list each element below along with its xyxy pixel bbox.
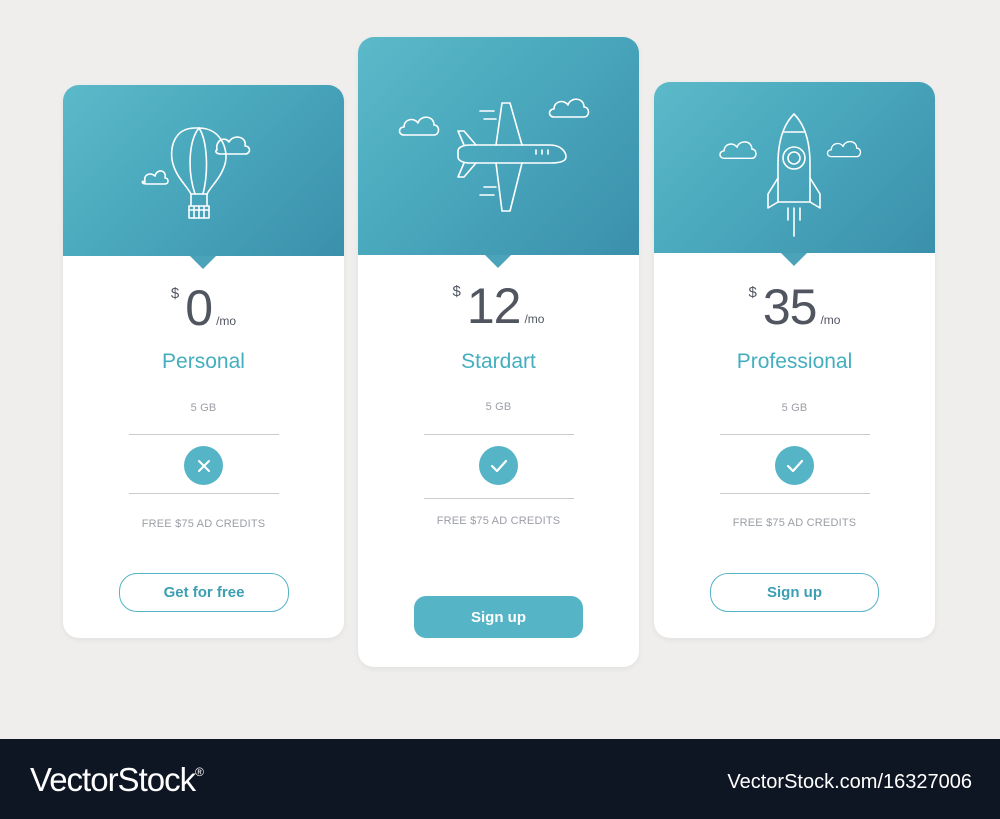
header-pointer (485, 255, 511, 268)
storage-feature: 5 GB (190, 402, 217, 414)
price: $35/mo (654, 278, 935, 336)
sign-up-button[interactable]: Sign up (414, 596, 583, 638)
airplane-icon (457, 102, 567, 212)
sign-up-button[interactable]: Sign up (710, 573, 879, 612)
ad-credits-feature: FREE $75 AD CREDITS (732, 517, 857, 529)
divider (720, 493, 870, 494)
brand-name: VectorStock (30, 761, 196, 798)
price-amount: 12 (466, 278, 522, 334)
pricing-card-personal: $0/mo Personal 5 GB FREE $75 AD CREDITS … (63, 85, 344, 638)
pricing-card-stardart: $12/mo Stardart 5 GB FREE $75 AD CREDITS… (358, 37, 639, 667)
get-for-free-button[interactable]: Get for free (119, 573, 289, 612)
plan-name: Stardart (461, 350, 536, 373)
header-pointer (781, 253, 807, 266)
checkmark-icon (786, 459, 803, 472)
divider (424, 498, 574, 499)
feature-status-badge (184, 446, 223, 485)
ad-credits-feature: FREE $75 AD CREDITS (436, 515, 561, 527)
currency-symbol: $ (748, 284, 757, 301)
feature-status-badge (479, 446, 518, 485)
ad-credits-feature: FREE $75 AD CREDITS (141, 518, 266, 530)
pricing-card-professional: $35/mo Professional 5 GB FREE $75 AD CRE… (654, 82, 935, 638)
price-period: /mo (216, 314, 237, 328)
price: $0/mo (63, 279, 344, 337)
currency-symbol: $ (170, 285, 180, 302)
vectorstock-logo: VectorStock® (30, 761, 204, 799)
price-amount: 0 (185, 280, 213, 336)
currency-symbol: $ (452, 283, 461, 300)
rocket-icon (767, 113, 821, 237)
header-pointer (190, 256, 216, 269)
cloud-icon (719, 141, 757, 160)
plan-name: Personal (162, 350, 245, 373)
storage-feature: 5 GB (781, 402, 808, 414)
divider (129, 434, 279, 435)
price-period: /mo (820, 313, 841, 327)
feature-status-badge (775, 446, 814, 485)
divider (424, 434, 574, 435)
image-url: VectorStock.com/16327006 (727, 771, 972, 793)
hot-air-balloon-icon (141, 127, 251, 219)
storage-feature: 5 GB (485, 401, 512, 413)
divider (129, 493, 279, 494)
divider (720, 434, 870, 435)
plan-name: Professional (736, 350, 853, 373)
footer-bar: VectorStock® VectorStock.com/16327006 (0, 739, 1000, 819)
price: $12/mo (358, 277, 639, 335)
checkmark-icon (490, 459, 507, 472)
cloud-icon (826, 140, 862, 158)
price-amount: 35 (762, 279, 818, 335)
registered-mark: ® (195, 765, 204, 779)
cross-icon (197, 459, 210, 472)
cloud-icon (398, 116, 440, 136)
price-period: /mo (524, 312, 545, 326)
